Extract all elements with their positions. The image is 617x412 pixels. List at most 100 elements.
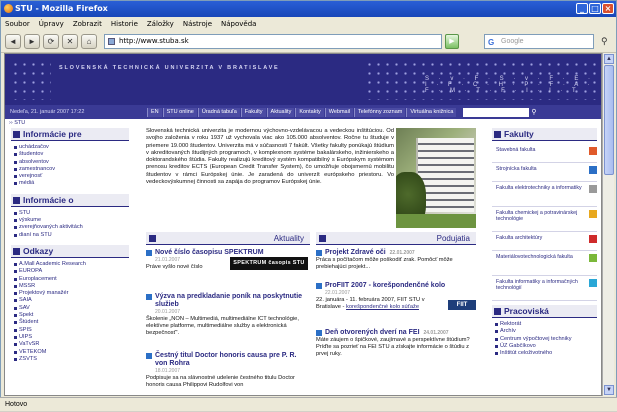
news-title[interactable]: Nové číslo časopisu SPEKTRUM	[146, 249, 310, 257]
event-item[interactable]: Projekt Zdravé oči 22.01.2007 Práca s po…	[316, 249, 476, 271]
topnav-stu-online[interactable]: STU online	[162, 107, 197, 117]
sidebar-link[interactable]: uchádzačov	[14, 144, 129, 151]
external-link[interactable]: EUROPA	[14, 268, 129, 275]
forward-button[interactable]: ►	[24, 34, 40, 49]
fiit-logo[interactable]: FIIT	[448, 300, 476, 310]
pracovisko-link[interactable]: Rektorát	[495, 321, 597, 328]
topnav-webmail[interactable]: Webmail	[324, 107, 354, 117]
external-link[interactable]: A.Mall Academic Research	[14, 261, 129, 268]
faculty-link[interactable]: Fakulta architektúry	[492, 232, 597, 251]
site-search-input[interactable]	[463, 107, 530, 117]
go-button[interactable]: ▶	[445, 34, 459, 49]
topnav-aktuality[interactable]: Aktuality	[266, 107, 295, 117]
external-link[interactable]: VETEKOM	[14, 349, 129, 356]
square-icon	[13, 196, 20, 204]
event-title[interactable]: Deň otvorených dverí na FEI 24.01.2007	[316, 329, 476, 337]
external-link[interactable]: MSSR	[14, 283, 129, 290]
menu-bookmarks[interactable]: Záložky	[147, 17, 174, 31]
section-odkazy: Odkazy	[11, 244, 129, 258]
news-title[interactable]: Čestný titul Doctor honoris causa pre P.…	[146, 352, 310, 368]
topnav-uradna-tabula[interactable]: Úradná tabuľa	[197, 107, 240, 117]
maximize-button[interactable]: □	[589, 3, 601, 14]
title-bar: STU - Mozilla Firefox _ □ ×	[1, 1, 616, 17]
sidebar-link[interactable]: dianí na STU	[14, 232, 129, 239]
topnav-telefonny-zoznam[interactable]: Telefónny zoznam	[354, 107, 406, 117]
sidebar-link[interactable]: médiá	[14, 180, 129, 187]
minimize-button[interactable]: _	[576, 3, 588, 14]
pracovisko-link[interactable]: ÚZ Gabčíkovo	[495, 343, 597, 350]
section-title: Pracoviská	[504, 306, 549, 316]
menu-tools[interactable]: Nástroje	[183, 17, 212, 31]
menu-file[interactable]: Soubor	[5, 17, 30, 31]
sidebar-link[interactable]: zamestnancov	[14, 166, 129, 173]
scroll-down-arrow-icon[interactable]: ▼	[604, 385, 614, 395]
sidebar-link[interactable]: študentov	[14, 151, 129, 158]
breadcrumb[interactable]: ›› STU	[5, 119, 601, 128]
topnav-kontakty[interactable]: Kontakty	[295, 107, 324, 117]
search-input[interactable]: G Google	[484, 34, 594, 49]
scroll-up-arrow-icon[interactable]: ▲	[604, 54, 614, 64]
event-title-text: Deň otvorených dverí na FEI	[325, 329, 420, 336]
site-search-icon[interactable]: ⚲	[531, 108, 540, 117]
faculty-link[interactable]: Fakulta elektrotechniky a informatiky	[492, 182, 597, 207]
faculty-link[interactable]: Fakulta chemickej a potravinárskej techn…	[492, 207, 597, 232]
left-column: Informácie pre uchádzačov študentov absolv…	[11, 128, 129, 369]
search-icon[interactable]: ⚲	[601, 36, 608, 47]
external-link[interactable]: SAIA	[14, 297, 129, 304]
topnav-fakulty[interactable]: Fakulty	[240, 107, 266, 117]
faculties-band: S · v · F · S · v · F · E · I · F · C · …	[425, 76, 594, 94]
pracovisko-link[interactable]: Inštitút celoživotného	[495, 350, 597, 357]
sidebar-link[interactable]: výskume	[14, 217, 129, 224]
news-title[interactable]: Výzva na predkladanie poník na poskytnut…	[146, 293, 310, 309]
external-link[interactable]: Europlacement	[14, 276, 129, 283]
menu-history[interactable]: Historie	[111, 17, 138, 31]
external-link[interactable]: SPIS	[14, 327, 129, 334]
faculty-link[interactable]: Fakulta informatiky a informačných techn…	[492, 276, 597, 301]
faculty-color-icon	[589, 147, 597, 155]
stop-button[interactable]: ✕	[62, 34, 78, 49]
event-title-text: Projekt Zdravé oči	[325, 249, 386, 256]
vertical-scrollbar[interactable]: ▲ ▼	[602, 53, 614, 396]
back-button[interactable]: ◄	[5, 34, 21, 49]
section-fakulty: Fakulty	[492, 128, 597, 141]
event-link[interactable]: korešpondenčné kolo súťaže	[346, 304, 419, 310]
section-title: Fakulty	[504, 129, 534, 139]
external-link[interactable]: Štúdent	[14, 319, 129, 326]
faculty-link[interactable]: Materiálovotechnologická fakulta	[492, 251, 597, 276]
external-link[interactable]: Projektový manažér	[14, 290, 129, 297]
sidebar-link[interactable]: absolventov	[14, 159, 129, 166]
pracovisko-link[interactable]: Archív	[495, 328, 597, 335]
topnav-en[interactable]: EN	[147, 107, 162, 117]
fakulty-list: Stavebná fakulta Strojnícka fakulta Fakult…	[492, 144, 597, 301]
external-link[interactable]: ZSVTS	[14, 356, 129, 363]
top-navigation: Nedeľa, 21. január 2007 17:22 EN STU onl…	[5, 105, 601, 119]
home-button[interactable]: ⌂	[81, 34, 97, 49]
external-link[interactable]: UIPS	[14, 334, 129, 341]
faculty-link[interactable]: Strojnícka fakulta	[492, 163, 597, 182]
news-item[interactable]: Nové číslo časopisu SPEKTRUM 21.01.2007 …	[146, 249, 310, 285]
menu-view[interactable]: Zobrazit	[73, 17, 102, 31]
faculty-link[interactable]: Stavebná fakulta	[492, 144, 597, 163]
section-pracoviska: Pracoviská	[492, 305, 597, 318]
spectrum-logo[interactable]: SPEKTRUM časopis STU	[230, 257, 308, 270]
menu-help[interactable]: Nápověda	[221, 17, 256, 31]
external-link[interactable]: SAV	[14, 305, 129, 312]
event-item[interactable]: ProFIIT 2007 - korešpondenčné kolo 22.01…	[316, 282, 476, 311]
sidebar-link[interactable]: verejnosť	[14, 173, 129, 180]
close-button[interactable]: ×	[602, 3, 614, 14]
scroll-thumb[interactable]	[604, 65, 614, 175]
news-item[interactable]: Výzva na predkladanie poník na poskytnut…	[146, 293, 310, 337]
menu-edit[interactable]: Úpravy	[39, 17, 64, 31]
news-item[interactable]: Čestný titul Doctor honoris causa pre P.…	[146, 352, 310, 389]
external-link[interactable]: VaTvSR	[14, 341, 129, 348]
sidebar-link[interactable]: zverejňovaných aktivitách	[14, 224, 129, 231]
pracovisko-link[interactable]: Centrum výpočtovej techniky	[495, 336, 597, 343]
news-text: Podpisuje sa na slávnostné udelenie čest…	[146, 375, 295, 388]
reload-button[interactable]: ⟳	[43, 34, 59, 49]
event-item[interactable]: Deň otvorených dverí na FEI 24.01.2007 M…	[316, 329, 476, 358]
event-title[interactable]: Projekt Zdravé oči 22.01.2007	[316, 249, 476, 257]
event-title[interactable]: ProFIIT 2007 - korešpondenčné kolo	[316, 282, 476, 290]
topnav-virtualna-kniznica[interactable]: Virtuálna knižnica	[406, 107, 457, 117]
sidebar-link[interactable]: STU	[14, 210, 129, 217]
url-bar[interactable]: http://www.stuba.sk	[104, 34, 442, 49]
